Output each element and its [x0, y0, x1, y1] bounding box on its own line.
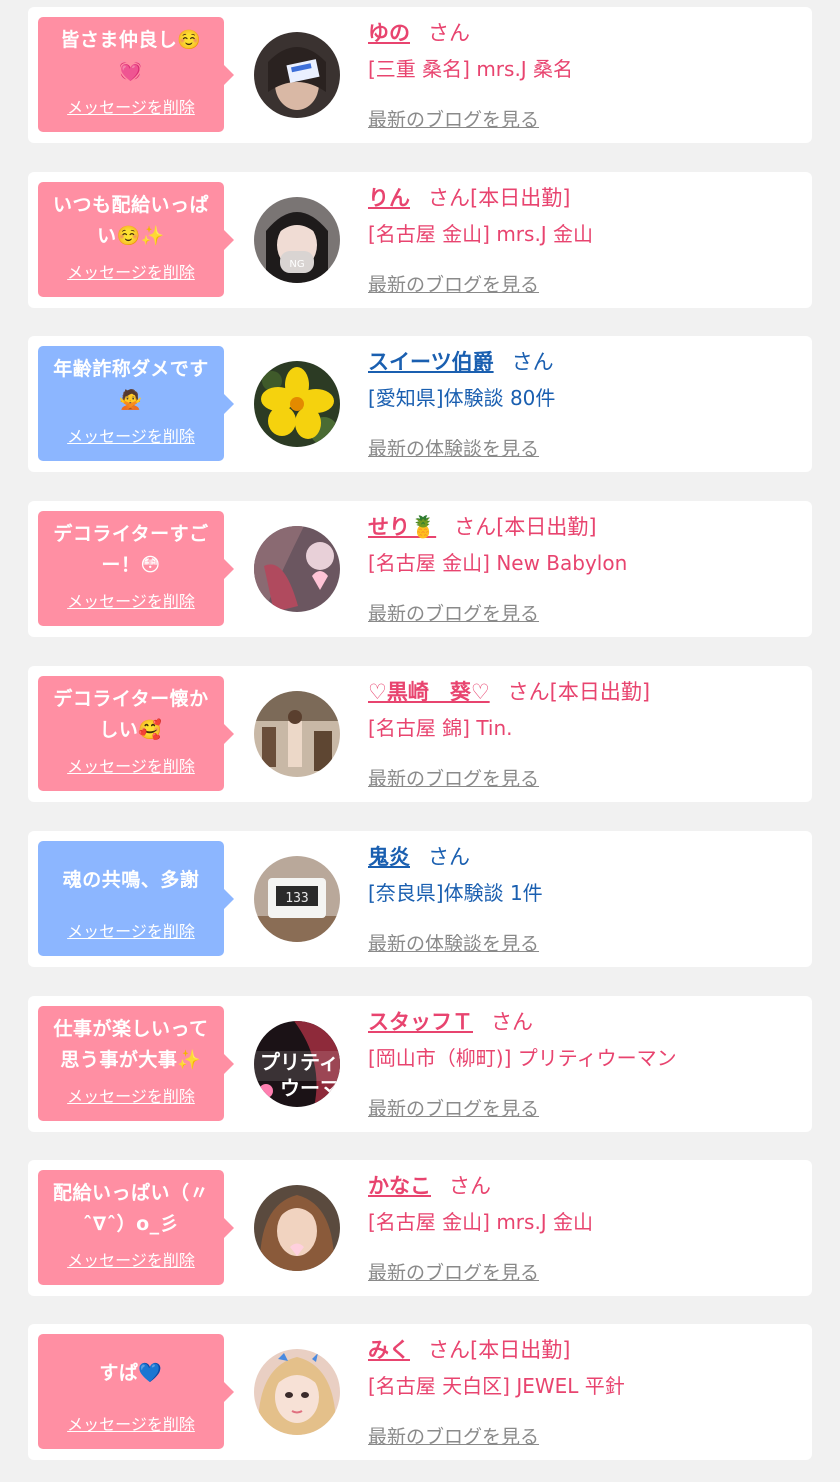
- delete-message-link[interactable]: メッセージを削除: [38, 1411, 224, 1435]
- message-list: 皆さま仲良し☺️💓 メッセージを削除 ゆの さん [三重 桑名] mrs.J 桑名…: [0, 0, 840, 1482]
- delete-message-link[interactable]: メッセージを削除: [38, 753, 224, 777]
- message-text: 魂の共鳴、多謝: [62, 868, 200, 891]
- shop-label: [名古屋 錦] Tin.: [368, 716, 513, 740]
- message-bubble: 魂の共鳴、多謝 メッセージを削除: [38, 841, 234, 956]
- user-name-link[interactable]: かなこ: [368, 1174, 431, 1198]
- user-info: りん さん[本日出勤] [名古屋 金山] mrs.J 金山 最新のブログを見る: [368, 182, 802, 296]
- delete-message-link[interactable]: メッセージを削除: [38, 259, 224, 283]
- user-info: スタッフＴ さん [岡山市（柳町)] プリティウーマン 最新のブログを見る: [368, 1006, 802, 1120]
- message-text: 配給いっぱい（〃ˆ∇ˆ）o_彡: [52, 1182, 209, 1235]
- delete-message-link[interactable]: メッセージを削除: [38, 1247, 224, 1271]
- svg-text:プリティ: プリティ: [260, 1050, 339, 1074]
- user-name-link[interactable]: ゆの: [368, 21, 410, 45]
- latest-review-link[interactable]: 最新の体験談を見る: [368, 929, 539, 956]
- avatar[interactable]: 133: [254, 856, 340, 942]
- svg-text:133: 133: [285, 891, 308, 906]
- message-text: 皆さま仲良し☺️💓: [60, 29, 202, 82]
- avatar[interactable]: [254, 361, 340, 447]
- message-card: 魂の共鳴、多謝 メッセージを削除 133 鬼炎 さん [奈良県]体験談 1件 最新…: [28, 831, 812, 967]
- message-card: デコライターすごー！😳 メッセージを削除 せり🍍 さん[本日出勤] [名古屋 金山…: [28, 501, 812, 637]
- message-bubble: 仕事が楽しいって思う事が大事✨ メッセージを削除: [38, 1006, 234, 1121]
- latest-blog-link[interactable]: 最新のブログを見る: [368, 764, 539, 791]
- message-bubble: デコライターすごー！😳 メッセージを削除: [38, 511, 234, 626]
- message-card: 仕事が楽しいって思う事が大事✨ メッセージを削除 プリティ ウーマ スタッフＴ さん…: [28, 996, 812, 1132]
- name-suffix: さん[本日出勤]: [454, 515, 597, 539]
- name-suffix: さん: [449, 1174, 491, 1198]
- user-name-link[interactable]: スイーツ伯爵: [368, 350, 494, 374]
- user-name-link[interactable]: りん: [368, 186, 410, 210]
- message-card: 年齢詐称ダメです🙅 メッセージを削除 スイーツ伯爵 さん [愛知県]体験談 80件…: [28, 336, 812, 472]
- message-text: デコライター懐かしい🥰: [53, 688, 209, 741]
- user-info: 鬼炎 さん [奈良県]体験談 1件 最新の体験談を見る: [368, 841, 802, 955]
- svg-text:ウーマ: ウーマ: [280, 1076, 340, 1100]
- message-bubble: 皆さま仲良し☺️💓 メッセージを削除: [38, 17, 234, 132]
- user-info: せり🍍 さん[本日出勤] [名古屋 金山] New Babylon 最新のブログを…: [368, 511, 802, 625]
- shop-label: [岡山市（柳町)] プリティウーマン: [368, 1046, 677, 1070]
- latest-blog-link[interactable]: 最新のブログを見る: [368, 1258, 539, 1285]
- name-suffix: さん: [491, 1010, 533, 1034]
- name-suffix: さん: [428, 845, 470, 869]
- user-name-link[interactable]: せり🍍: [368, 515, 436, 539]
- message-bubble: デコライター懐かしい🥰 メッセージを削除: [38, 676, 234, 791]
- shop-label: [名古屋 金山] New Babylon: [368, 551, 628, 575]
- user-info: みく さん[本日出勤] [名古屋 天白区] JEWEL 平針 最新のブログを見る: [368, 1334, 802, 1448]
- shop-label: [名古屋 金山] mrs.J 金山: [368, 1210, 594, 1234]
- user-info: かなこ さん [名古屋 金山] mrs.J 金山 最新のブログを見る: [368, 1170, 802, 1284]
- avatar[interactable]: [254, 526, 340, 612]
- message-card: 皆さま仲良し☺️💓 メッセージを削除 ゆの さん [三重 桑名] mrs.J 桑名…: [28, 7, 812, 143]
- avatar[interactable]: [254, 691, 340, 777]
- message-card: いつも配給いっぱい☺️✨ メッセージを削除 NG りん さん[本日出勤] [名古屋…: [28, 172, 812, 308]
- user-info: ゆの さん [三重 桑名] mrs.J 桑名 最新のブログを見る: [368, 17, 802, 131]
- avatar[interactable]: [254, 1185, 340, 1271]
- avatar[interactable]: プリティ ウーマ: [254, 1021, 340, 1107]
- delete-message-link[interactable]: メッセージを削除: [38, 1083, 224, 1107]
- latest-blog-link[interactable]: 最新のブログを見る: [368, 599, 539, 626]
- message-text: 年齢詐称ダメです🙅: [53, 358, 209, 411]
- svg-text:NG: NG: [289, 259, 304, 270]
- message-text: すぱ💙: [99, 1361, 163, 1384]
- latest-blog-link[interactable]: 最新のブログを見る: [368, 1094, 539, 1121]
- avatar[interactable]: NG: [254, 197, 340, 283]
- message-bubble: 年齢詐称ダメです🙅 メッセージを削除: [38, 346, 234, 461]
- avatar[interactable]: [254, 1349, 340, 1435]
- name-suffix: さん: [428, 21, 470, 45]
- message-bubble: 配給いっぱい（〃ˆ∇ˆ）o_彡 メッセージを削除: [38, 1170, 234, 1285]
- delete-message-link[interactable]: メッセージを削除: [38, 588, 224, 612]
- delete-message-link[interactable]: メッセージを削除: [38, 94, 224, 118]
- message-text: 仕事が楽しいって思う事が大事✨: [53, 1018, 209, 1071]
- shop-label: [名古屋 金山] mrs.J 金山: [368, 222, 594, 246]
- avatar[interactable]: [254, 32, 340, 118]
- message-card: 配給いっぱい（〃ˆ∇ˆ）o_彡 メッセージを削除 かなこ さん [名古屋 金山] …: [28, 1160, 812, 1296]
- user-name-link[interactable]: 鬼炎: [368, 845, 410, 869]
- latest-blog-link[interactable]: 最新のブログを見る: [368, 1422, 539, 1449]
- name-suffix: さん: [511, 350, 554, 374]
- user-info: スイーツ伯爵 さん [愛知県]体験談 80件 最新の体験談を見る: [368, 346, 802, 460]
- latest-blog-link[interactable]: 最新のブログを見る: [368, 105, 539, 132]
- latest-review-link[interactable]: 最新の体験談を見る: [368, 434, 539, 461]
- message-card: すぱ💙 メッセージを削除 みく さん[本日出勤] [名古屋 天白区] JEWEL …: [28, 1324, 812, 1460]
- shop-label: [名古屋 天白区] JEWEL 平針: [368, 1374, 625, 1398]
- message-bubble: すぱ💙 メッセージを削除: [38, 1334, 234, 1449]
- message-bubble: いつも配給いっぱい☺️✨ メッセージを削除: [38, 182, 234, 297]
- latest-blog-link[interactable]: 最新のブログを見る: [368, 270, 539, 297]
- message-card: デコライター懐かしい🥰 メッセージを削除 ♡黒崎 葵♡ さん[本日出勤] [名古屋…: [28, 666, 812, 802]
- delete-message-link[interactable]: メッセージを削除: [38, 918, 224, 942]
- user-name-link[interactable]: みく: [368, 1338, 410, 1362]
- message-text: デコライターすごー！😳: [53, 523, 209, 576]
- message-text: いつも配給いっぱい☺️✨: [52, 194, 209, 247]
- shop-label: [奈良県]体験談 1件: [368, 881, 543, 905]
- user-name-link[interactable]: スタッフＴ: [368, 1010, 473, 1034]
- user-info: ♡黒崎 葵♡ さん[本日出勤] [名古屋 錦] Tin. 最新のブログを見る: [368, 676, 802, 790]
- delete-message-link[interactable]: メッセージを削除: [38, 423, 224, 447]
- name-suffix: さん[本日出勤]: [428, 186, 571, 210]
- shop-label: [愛知県]体験談 80件: [368, 386, 556, 410]
- name-suffix: さん[本日出勤]: [428, 1338, 571, 1362]
- user-name-link[interactable]: ♡黒崎 葵♡: [368, 680, 490, 704]
- shop-label: [三重 桑名] mrs.J 桑名: [368, 57, 574, 81]
- name-suffix: さん[本日出勤]: [507, 680, 651, 704]
